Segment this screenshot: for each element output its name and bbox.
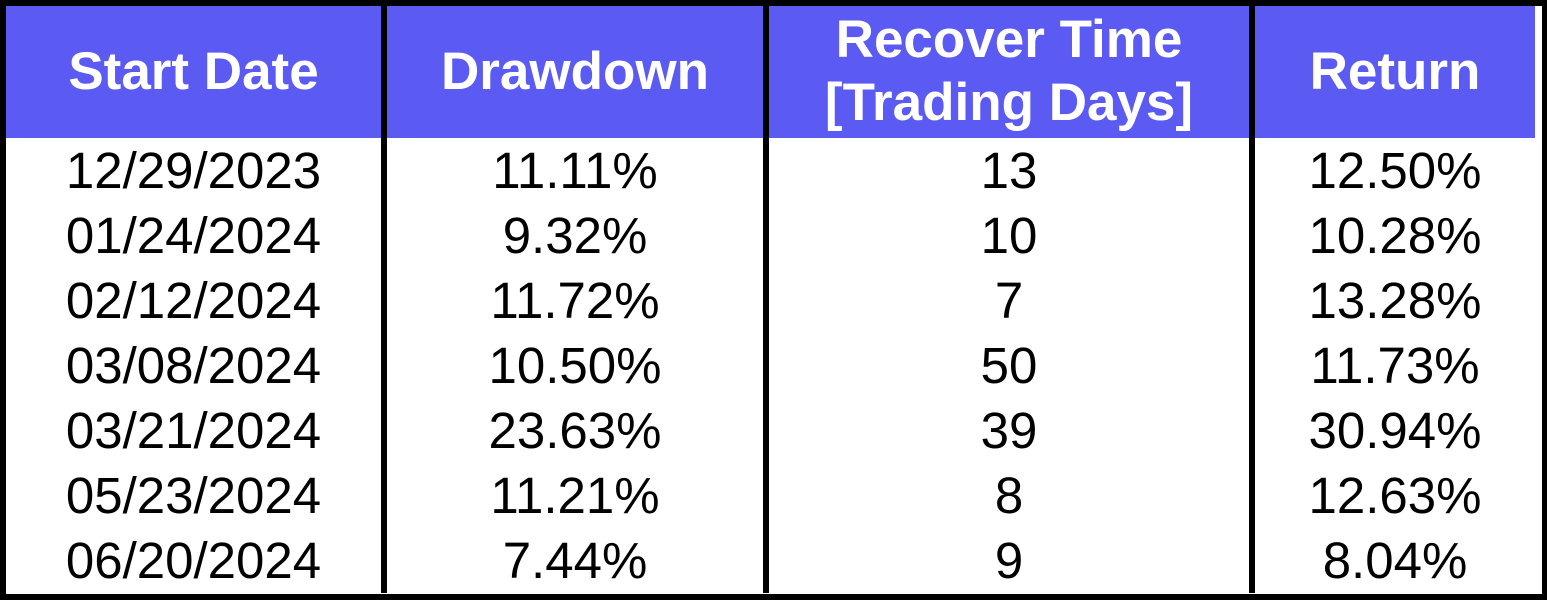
cell-return: 10.28% [1249,203,1535,268]
cell-return: 11.73% [1249,333,1535,398]
cell-recover-time: 50 [763,333,1249,398]
cell-drawdown: 7.44% [381,528,763,593]
cell-drawdown: 11.11% [381,138,763,203]
cell-return: 12.63% [1249,463,1535,528]
cell-drawdown: 9.32% [381,203,763,268]
cell-drawdown: 23.63% [381,398,763,463]
cell-drawdown: 11.72% [381,268,763,333]
cell-start-date: 06/20/2024 [6,528,381,593]
cell-return: 8.04% [1249,528,1535,593]
cell-start-date: 02/12/2024 [6,268,381,333]
cell-drawdown: 10.50% [381,333,763,398]
cell-recover-time: 13 [763,138,1249,203]
cell-return: 12.50% [1249,138,1535,203]
cell-start-date: 05/23/2024 [6,463,381,528]
header-return: Return [1249,6,1535,138]
cell-recover-time: 8 [763,463,1249,528]
cell-start-date: 03/08/2024 [6,333,381,398]
cell-return: 30.94% [1249,398,1535,463]
cell-return: 13.28% [1249,268,1535,333]
header-label-line2: [Trading Days] [824,73,1194,132]
header-label: Return [1309,41,1481,101]
header-recover-time: Recover Time [Trading Days] [763,6,1249,138]
cell-recover-time: 7 [763,268,1249,333]
cell-start-date: 12/29/2023 [6,138,381,203]
header-start-date: Start Date [6,6,381,138]
cell-start-date: 03/21/2024 [6,398,381,463]
header-label-line1: Recover Time [835,10,1183,70]
header-label: Start Date [68,41,319,101]
cell-recover-time: 9 [763,528,1249,593]
cell-recover-time: 10 [763,203,1249,268]
cell-start-date: 01/24/2024 [6,203,381,268]
cell-recover-time: 39 [763,398,1249,463]
drawdown-table: Start Date Drawdown Recover Time [Tradin… [0,0,1547,600]
header-label: Drawdown [441,41,709,101]
cell-drawdown: 11.21% [381,463,763,528]
header-drawdown: Drawdown [381,6,763,138]
